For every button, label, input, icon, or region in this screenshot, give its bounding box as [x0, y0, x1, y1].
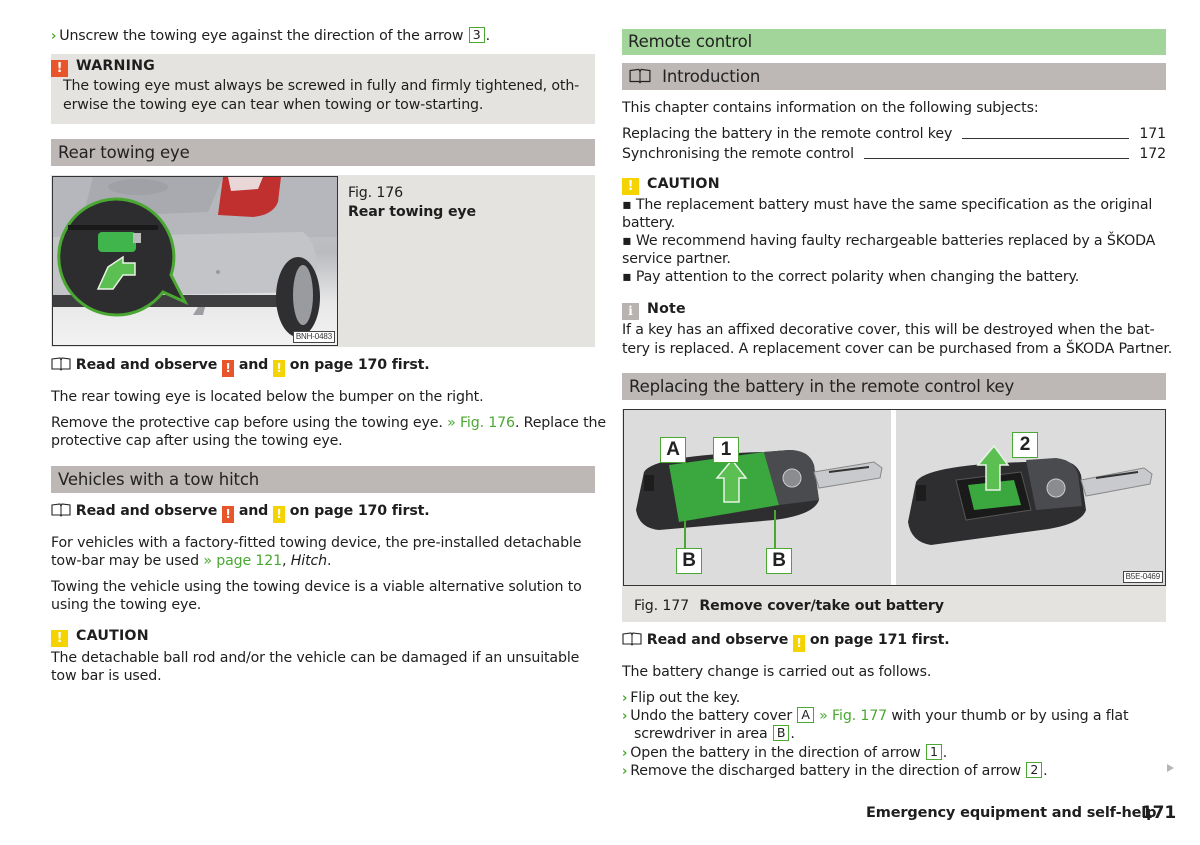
rear-para-1: The rear towing eye is located below the… — [51, 389, 484, 405]
caution-text-line: ▪ The replacement battery must have the … — [622, 197, 1153, 213]
continue-triangle-icon — [1167, 764, 1174, 772]
caution-text-line: The detachable ball rod and/or the vehic… — [51, 650, 580, 666]
arrow-ref-3: 3 — [468, 27, 485, 43]
image-code: BNH-0483 — [292, 331, 335, 343]
step-2: › Undo the battery cover A » Fig. 177 wit… — [622, 707, 1129, 724]
fig-177-link[interactable]: » Fig. 177 — [819, 708, 887, 724]
car-rear-illustration — [53, 177, 337, 337]
section-heading-replacing-battery: Replacing the battery in the remote cont… — [622, 373, 1166, 400]
figure-caption-line: Fig. 177 Remove cover/take out battery — [634, 597, 944, 615]
book-icon — [51, 503, 71, 517]
caution-header-remote: ! CAUTION — [622, 175, 720, 195]
callout-B: B — [766, 548, 792, 574]
step-chevron-icon: › — [51, 29, 57, 44]
key-panel-battery: 2 — [896, 410, 1165, 585]
chapter-heading-remote-control: Remote control — [622, 29, 1166, 55]
figure-176: BNH-0483 Fig. 176 Rear towing eye — [51, 175, 595, 347]
callout-2: 2 — [1012, 432, 1038, 458]
toc-page[interactable]: 172 — [1139, 145, 1166, 163]
toc-leader — [863, 158, 1130, 159]
read-observe-battery: Read and observe ! on page 171 first. — [622, 631, 950, 652]
figure-caption: Remove cover/take out battery — [699, 598, 944, 614]
warning-mini-icon: ! — [222, 506, 235, 523]
hitch-para-2: Towing the vehicle using the towing devi… — [51, 579, 582, 595]
image-code: B5E-0469 — [1122, 571, 1163, 583]
intro-lead: This chapter contains information on the… — [622, 100, 1039, 116]
battery-lead: The battery change is carried out as fol… — [622, 664, 932, 680]
arrow-ref-1: 1 — [925, 744, 942, 760]
toc-page[interactable]: 171 — [1139, 125, 1166, 143]
callout-B: B — [676, 548, 702, 574]
rear-para-2-cont: protective cap after using the towing ey… — [51, 433, 343, 449]
note-text-line: If a key has an affixed decorative cover… — [622, 322, 1155, 338]
toc-title[interactable]: Replacing the battery in the remote cont… — [622, 125, 952, 143]
book-icon — [629, 68, 651, 84]
warning-mini-icon: ! — [222, 360, 235, 377]
step-chevron-icon: › — [622, 746, 628, 761]
caution-exclamation-icon: ! — [51, 630, 68, 647]
callout-A: A — [660, 437, 686, 463]
figure-number: Fig. 176 — [348, 185, 403, 201]
rear-towing-eye-image: BNH-0483 — [52, 176, 338, 346]
warning-exclamation-icon: ! — [51, 60, 68, 77]
footer-page-number: 171 — [1141, 803, 1177, 823]
caution-exclamation-icon: ! — [622, 178, 639, 195]
caution-text-line: ▪ We recommend having faulty rechargeabl… — [622, 233, 1156, 249]
caution-text-line: tow bar is used. — [51, 668, 162, 684]
info-note-icon: i — [622, 303, 639, 320]
remote-key-image: A 1 B B 2 B5E-0469 — [623, 409, 1166, 586]
rear-para-2: Remove the protective cap before using t… — [51, 415, 606, 431]
read-observe-hitch: Read and observe ! and ! on page 170 fir… — [51, 502, 430, 523]
hitch-para-1: For vehicles with a factory-fitted towin… — [51, 535, 582, 551]
section-heading-tow-hitch: Vehicles with a tow hitch — [51, 466, 595, 493]
step-2-cont: screwdriver in area B. — [634, 725, 795, 742]
arrow-ref-2: 2 — [1026, 762, 1043, 778]
warning-box: ! WARNING The towing eye must always be s… — [51, 54, 595, 124]
callout-ref-A: A — [797, 707, 814, 723]
figure-177: A 1 B B 2 B5E-0469 Fig. 177 Remove cover… — [622, 409, 1166, 622]
caution-mini-icon: ! — [793, 635, 806, 652]
caution-text-line: ▪ Pay attention to the correct polarity … — [622, 269, 1080, 285]
section-heading-rear-towing-eye: Rear towing eye — [51, 139, 595, 166]
warning-title: WARNING — [76, 58, 155, 74]
step-chevron-icon: › — [622, 691, 628, 706]
warning-text-line: The towing eye must always be screwed in… — [63, 78, 580, 94]
footer-chapter: Emergency equipment and self-help — [866, 805, 1157, 821]
read-observe-rear: Read and observe ! and ! on page 170 fir… — [51, 356, 430, 377]
callout-leader — [684, 520, 686, 548]
step-chevron-icon: › — [622, 764, 628, 779]
caution-mini-icon: ! — [273, 506, 285, 523]
fig-176-link[interactable]: » Fig. 176 — [447, 415, 515, 431]
toc-leader — [962, 138, 1130, 139]
page-121-link[interactable]: » page 121 — [203, 553, 282, 569]
caution-text-line: service partner. — [622, 251, 731, 267]
caution-mini-icon: ! — [273, 360, 285, 377]
note-header: i Note — [622, 300, 686, 320]
book-icon — [51, 357, 71, 371]
caution-text-line: battery. — [622, 215, 676, 231]
figure-caption: Rear towing eye — [348, 204, 476, 220]
toc-title[interactable]: Synchronising the remote control — [622, 145, 854, 163]
section-heading-introduction: Introduction — [622, 63, 1166, 90]
callout-ref-B: B — [772, 725, 790, 741]
toc-list: Replacing the battery in the remote cont… — [622, 125, 1166, 163]
figure-number: Fig. 177 — [634, 598, 689, 614]
key-panel-cover: A 1 B B — [624, 410, 891, 585]
step-chevron-icon: › — [622, 709, 628, 724]
warning-text-line: erwise the towing eye can tear when towi… — [63, 97, 484, 113]
note-text-line: tery is replaced. A replacement cover ca… — [622, 341, 1173, 357]
callout-1: 1 — [713, 437, 739, 463]
book-icon — [622, 632, 642, 646]
step-unscrew: › Unscrew the towing eye against the dire… — [51, 27, 490, 44]
step-3: › Open the battery in the direction of ar… — [622, 744, 948, 761]
step-1: › Flip out the key. — [622, 690, 741, 706]
toc-row[interactable]: Synchronising the remote control 172 — [622, 145, 1166, 163]
toc-row[interactable]: Replacing the battery in the remote cont… — [622, 125, 1166, 143]
step-4: › Remove the discharged battery in the di… — [622, 762, 1048, 779]
hitch-para-1-cont: tow-bar may be used » page 121, Hitch. — [51, 553, 332, 569]
hitch-para-2-cont: using the towing eye. — [51, 597, 202, 613]
caution-header-hitch: ! CAUTION — [51, 627, 149, 647]
callout-leader — [774, 510, 776, 548]
